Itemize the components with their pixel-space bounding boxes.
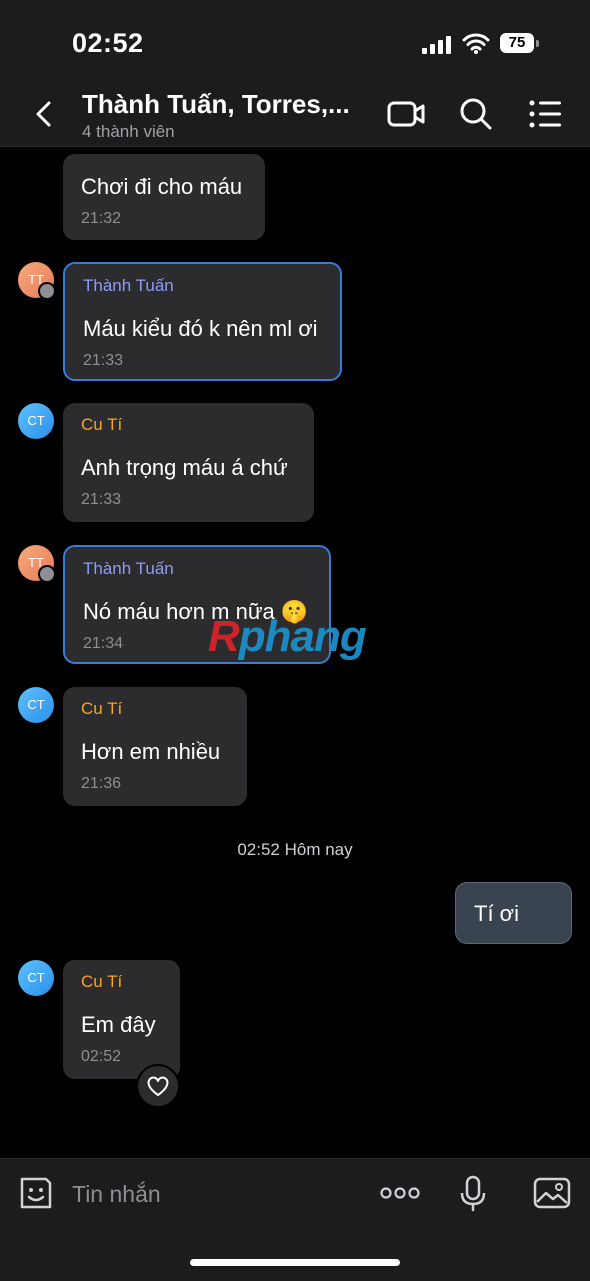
more-icon[interactable] [380,1173,420,1213]
message-bubble[interactable]: Thành Tuấn Máu kiểu đó k nên ml ơi 21:33 [63,262,342,381]
menu-icon[interactable] [526,96,566,132]
message-time: 02:52 [81,1048,122,1065]
avatar[interactable]: CT [18,403,54,439]
signal-icon [422,36,451,54]
member-count[interactable]: 4 thành viên [82,122,175,142]
home-indicator [190,1259,400,1266]
message-bubble[interactable]: Cu Tí Hơn em nhiều 21:36 [63,687,247,806]
sender-name: Thành Tuấn [83,559,174,578]
key-badge-icon [38,565,56,583]
avatar[interactable]: CT [18,960,54,996]
wifi-icon [462,33,490,54]
image-icon[interactable] [532,1173,572,1213]
reaction-button[interactable] [136,1064,180,1108]
sender-name: Cu Tí [81,415,123,434]
battery-level: 75 [500,33,534,53]
message-time: 21:32 [81,210,122,227]
mic-icon[interactable] [453,1173,493,1213]
message-input[interactable]: Tin nhắn [72,1181,161,1208]
message-text: Chơi đi cho máu [81,174,243,199]
chat-header: Thành Tuấn, Torres,... 4 thành viên [0,86,590,147]
message-text: Máu kiểu đó k nên ml ơi [83,316,318,341]
message-input-bar: Tin nhắn [0,1158,590,1281]
avatar[interactable]: TT [18,545,56,583]
message-time: 21:33 [81,491,122,508]
message-bubble[interactable]: Chơi đi cho máu 21:32 [63,154,265,240]
message-text: Tí ơi [474,901,519,926]
sender-name: Thành Tuấn [83,276,174,295]
message-text: Hơn em nhiều [81,739,221,764]
battery-icon: 75 [500,33,540,55]
key-badge-icon [38,282,56,300]
message-bubble[interactable]: Cu Tí Anh trọng máu á chứ 21:33 [63,403,314,522]
message-time: 21:34 [83,635,124,652]
heart-icon [147,1076,169,1096]
sender-name: Cu Tí [81,699,123,718]
message-time: 21:36 [81,775,122,792]
message-text: Em đây [81,1012,156,1037]
message-time: 21:33 [83,352,124,369]
day-separator: 02:52 Hôm nay [237,840,353,859]
status-time: 02:52 [72,28,144,58]
video-call-icon[interactable] [386,96,426,132]
outgoing-message-bubble[interactable]: Tí ơi [455,882,572,944]
avatar[interactable]: TT [18,262,56,300]
search-icon[interactable] [456,96,496,132]
status-bar: 02:52 75 [0,0,590,86]
avatar[interactable]: CT [18,687,54,723]
sender-name: Cu Tí [81,972,123,991]
back-icon[interactable] [30,99,58,129]
watermark-logo: Rphang [208,612,367,661]
message-text: Anh trọng máu á chứ [81,455,288,480]
sticker-icon[interactable] [16,1173,56,1213]
group-title[interactable]: Thành Tuấn, Torres,... [82,89,350,120]
message-bubble[interactable]: Cu Tí Em đây 02:52 [63,960,180,1079]
